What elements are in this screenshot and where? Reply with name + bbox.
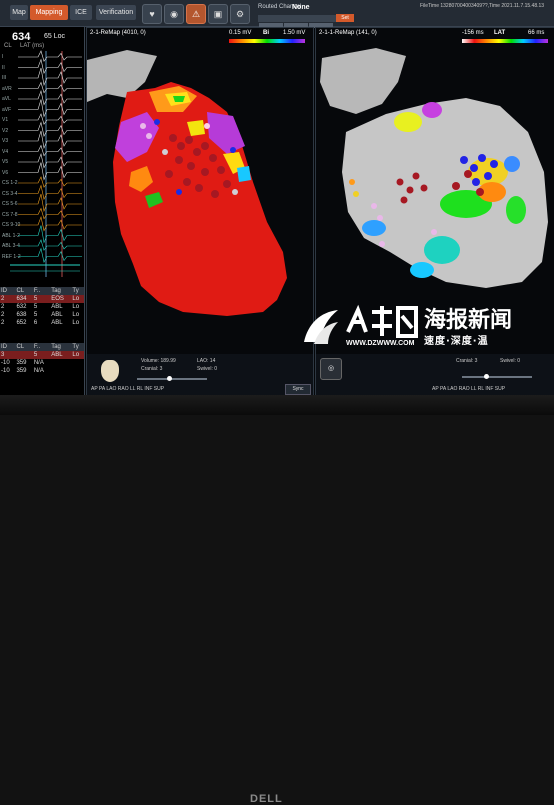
cranial-value: 3: [159, 366, 163, 372]
ecg-panel: 634 65 Loc CL LAT (ms) I II III aVR aVL aVF V1…: [0, 27, 85, 395]
tab-map[interactable]: Map: [10, 5, 28, 20]
ecg-trace: [18, 215, 82, 232]
view-controls-2: ◎ Cranial: 3 Swivel: 0 AP PA LAO RAO LL …: [316, 354, 554, 395]
zoom-slider-knob-2[interactable]: [484, 374, 489, 379]
monitor-brand: DELL: [250, 793, 283, 805]
sync-dropdown[interactable]: Sync: [285, 384, 311, 395]
heart-view-icon[interactable]: ♥: [142, 4, 162, 24]
voltage-3d-map: [87, 50, 287, 316]
file-time: FileTime 132807004003409??,Time 2021.11.…: [420, 3, 545, 9]
ecg-trace: [18, 184, 82, 200]
ecg-trace: [18, 144, 82, 157]
zoom-slider-2[interactable]: [462, 374, 532, 379]
watermark-calligraphy-logo: [346, 304, 418, 338]
alert-icon[interactable]: ⚠: [186, 4, 206, 24]
trace-group: [18, 50, 82, 263]
ecg-trace: [18, 176, 82, 188]
col-type[interactable]: Ty: [71, 287, 84, 295]
vessel-shell: [320, 48, 406, 114]
tab-verification[interactable]: Verification: [96, 5, 136, 20]
table-row[interactable]: 3 5 ABL Lo: [0, 351, 84, 359]
lao-info: LAO: 14: [197, 358, 216, 364]
col-tag[interactable]: Tag: [50, 287, 72, 295]
ecg-trace: [18, 193, 82, 213]
set-button[interactable]: Set: [336, 14, 354, 22]
table-row[interactable]: -10 359 N/A: [0, 367, 84, 375]
point-table: ID CL F.. Tag Ty 2 634 5 EOS Lo 2 632 5 ABL Lo 2…: [0, 287, 84, 375]
table-row[interactable]: 2 638 5 ABL Lo: [0, 311, 84, 319]
ecg-trace: [18, 152, 82, 169]
ecg-trace: [18, 113, 82, 125]
view-presets[interactable]: AP PA LAO RAO LL RL INF SUP: [91, 386, 164, 392]
ecg-trace: [18, 207, 82, 220]
col-type-2[interactable]: Ty: [71, 343, 84, 351]
scale-max: 1.50 mV: [283, 30, 306, 36]
col-id[interactable]: ID: [0, 287, 16, 295]
ecg-trace: [18, 67, 82, 87]
swivel-value: 0: [214, 366, 218, 372]
table-row[interactable]: 2 634 5 EOS Lo: [0, 295, 84, 303]
zoom-slider-knob[interactable]: [167, 376, 172, 381]
volume-value: 189.99: [160, 358, 176, 364]
watermark-subtitle: 速度·深度·温: [424, 336, 489, 347]
map-title: 2-1-ReMap (4010, 0): [90, 30, 146, 36]
routed-channel-value: None: [292, 4, 310, 11]
lat-scale-max: 66 ms: [528, 30, 545, 36]
orientation-heart-icon[interactable]: [101, 360, 119, 382]
news-watermark: WWW.DZWWW.COM 海报新闻 速度·深度·温: [298, 300, 554, 360]
watermark-title: 海报新闻: [424, 308, 513, 333]
ecg-trace: [18, 89, 82, 106]
table-row[interactable]: 2 632 5 ABL Lo: [0, 303, 84, 311]
col-f[interactable]: F..: [32, 287, 51, 295]
voltage-map-viewport[interactable]: 2-1-ReMap (4010, 0) 0.15 mV Bi 1.50 mV V…: [86, 27, 314, 395]
ecg-trace: [18, 58, 82, 74]
lat-scale-type: LAT: [494, 30, 506, 36]
swivel-info: Swivel: 0: [197, 366, 218, 372]
ecg-trace: [18, 239, 82, 251]
col-f-2[interactable]: F..: [32, 343, 51, 351]
ecg-trace: [18, 162, 82, 181]
ecg-trace: [18, 99, 82, 118]
save-icon[interactable]: ▣: [208, 4, 228, 24]
col-id-2[interactable]: ID: [0, 343, 16, 351]
col-tag-2[interactable]: Tag: [50, 343, 72, 351]
ecg-trace: [18, 225, 82, 244]
ecg-trace: [18, 81, 82, 94]
top-toolbar: Map Mapping ICE Verification ♥ ◉ ⚠ ▣ ⚙ R…: [0, 0, 554, 28]
col-cl[interactable]: CL: [15, 287, 33, 295]
zoom-slider[interactable]: [137, 376, 207, 381]
table-row[interactable]: -10 359 N/A: [0, 359, 84, 367]
scale-min: 0.15 mV: [229, 30, 252, 36]
settings-icon[interactable]: ⚙: [230, 4, 250, 24]
volume-info: Volume: 189.99: [141, 358, 176, 364]
ecg-trace: [18, 50, 82, 62]
record-icon[interactable]: ◉: [164, 4, 184, 24]
scale-type: Bi: [263, 30, 269, 36]
table-row[interactable]: 2 652 6 ABL Lo: [0, 319, 84, 327]
cranial-info: Cranial: 3: [141, 366, 163, 372]
ecg-trace: [18, 121, 82, 137]
routed-channel: Routed Channel None: [258, 4, 310, 11]
ecg-trace: [18, 247, 82, 263]
lat-scale-min: -156 ms: [462, 30, 484, 36]
map-title-2: 2-1-1-ReMap (141, 0): [319, 30, 377, 36]
ecg-trace: [18, 130, 82, 150]
tab-ice[interactable]: ICE: [70, 5, 92, 20]
tab-mapping[interactable]: Mapping: [30, 5, 68, 20]
screen: Map Mapping ICE Verification ♥ ◉ ⚠ ▣ ⚙ R…: [0, 0, 554, 395]
lao-value: 14: [209, 358, 216, 364]
camera-icon[interactable]: ◎: [320, 358, 342, 380]
monitor-bezel: DELL: [0, 395, 554, 805]
col-cl-2[interactable]: CL: [15, 343, 33, 351]
watermark-site: WWW.DZWWW.COM: [346, 340, 415, 347]
view-controls: Volume: 189.99 LAO: 14 Cranial: 3 Swivel…: [87, 354, 313, 395]
channel-selector[interactable]: [258, 15, 336, 28]
watermark-logo-icon: [304, 310, 338, 344]
view-presets-2[interactable]: AP PA LAO RAO LL RL INF SUP: [432, 386, 505, 392]
